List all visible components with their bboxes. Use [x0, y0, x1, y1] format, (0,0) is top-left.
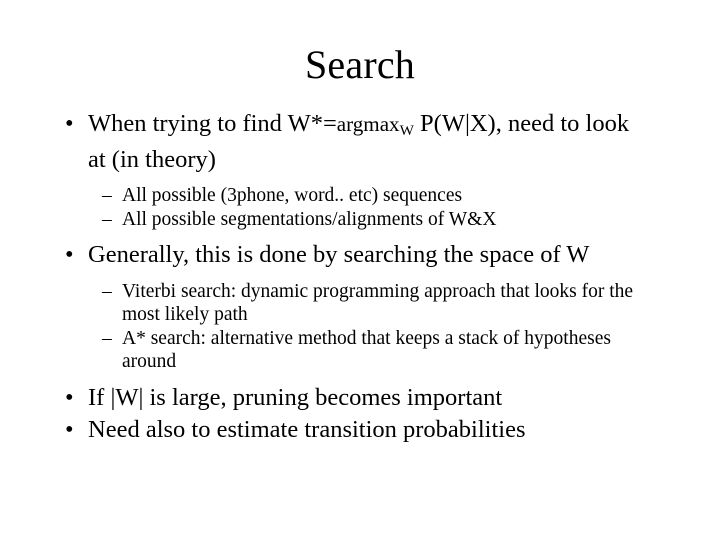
en-dash-icon: –	[102, 280, 112, 302]
bullet-level1-item: • Generally, this is done by searching t…	[62, 239, 642, 272]
bullet-text-prefix: When trying to find W*=	[88, 110, 337, 137]
bullet-text: A* search: alternative method that keeps…	[122, 327, 611, 373]
bullet-level1-item: • When trying to find W*=argmaxW P(W|X),…	[62, 108, 642, 176]
bullet-dot-icon: •	[65, 383, 74, 411]
en-dash-icon: –	[102, 185, 112, 206]
bullet-level2-item: – All possible segmentations/alignments …	[62, 208, 642, 232]
en-dash-icon: –	[102, 327, 112, 349]
presentation-slide: Search • When trying to find W*=argmaxW …	[0, 0, 720, 540]
bullet-level1-item: • Need also to estimate transition proba…	[62, 414, 642, 447]
bullet-text: Viterbi search: dynamic programming appr…	[122, 280, 634, 326]
bullet-text: Need also to estimate transition probabi…	[88, 416, 526, 443]
bullet-level2-item: – All possible (3phone, word.. etc) sequ…	[62, 184, 642, 208]
page-title: Search	[304, 42, 416, 87]
bullet-text: All possible (3phone, word.. etc) sequen…	[122, 185, 463, 206]
bullet-text: When trying to find W*=argmaxW P(W|X), n…	[88, 110, 629, 173]
en-dash-icon: –	[102, 208, 112, 230]
bullet-level2-item: – A* search: alternative method that kee…	[62, 327, 642, 374]
bullet-dot-icon: •	[65, 416, 74, 443]
bullet-dot-icon: •	[65, 110, 74, 137]
bullet-level1-item: • If |W| is large, pruning becomes impor…	[62, 382, 642, 415]
bullet-level2-item: – Viterbi search: dynamic programming ap…	[62, 280, 642, 327]
bullet-text: Generally, this is done by searching the…	[88, 241, 590, 268]
bullet-text: All possible segmentations/alignments of…	[122, 208, 497, 230]
bullet-text: If |W| is large, pruning becomes importa…	[88, 383, 503, 411]
formula-argmax: argmax	[336, 112, 400, 136]
bullet-dot-icon: •	[65, 241, 74, 268]
formula-subscript: W	[399, 122, 414, 140]
slide-body: • When trying to find W*=argmaxW P(W|X),…	[62, 108, 642, 447]
